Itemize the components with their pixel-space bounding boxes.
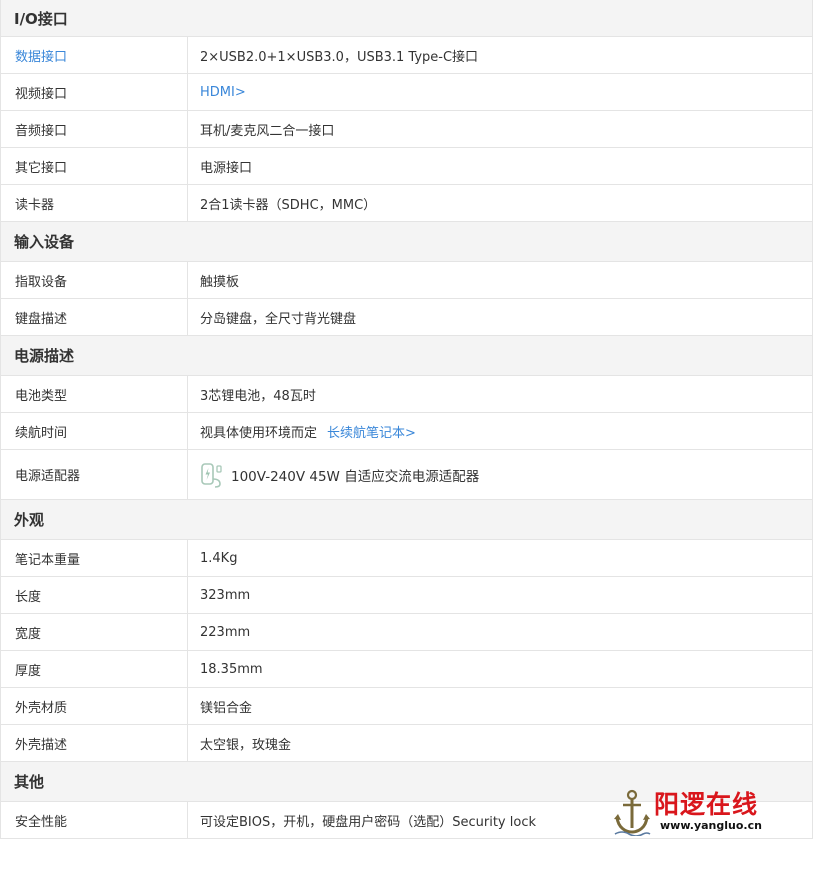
spec-row: 读卡器 2合1读卡器（SDHC，MMC）: [1, 185, 812, 222]
spec-table: I/O接口 数据接口 2×USB2.0+1×USB3.0，USB3.1 Type…: [0, 0, 813, 839]
spec-value: 视具体使用环境而定 长续航笔记本>: [188, 413, 812, 449]
spec-key: 键盘描述: [1, 299, 188, 335]
spec-value: 分岛键盘，全尺寸背光键盘: [200, 311, 357, 327]
section-header-power: 电源描述: [1, 336, 812, 376]
spec-value: 触摸板: [200, 274, 240, 290]
long-battery-laptops-link[interactable]: 长续航笔记本>: [327, 422, 416, 441]
spec-row: 其它接口 电源接口: [1, 148, 812, 185]
spec-row: 指取设备 触摸板: [1, 262, 812, 299]
spec-row: 外壳材质 镁铝合金: [1, 688, 812, 725]
spec-key: 笔记本重量: [1, 540, 188, 576]
spec-key: 其它接口: [1, 148, 188, 184]
charger-icon: [200, 462, 224, 488]
spec-key: 外壳描述: [1, 725, 188, 761]
spec-value: 100V-240V 45W 自适应交流电源适配器: [188, 450, 812, 499]
spec-value: 镁铝合金: [200, 700, 253, 716]
spec-key-link[interactable]: 数据接口: [1, 37, 188, 73]
spec-key: 宽度: [1, 614, 188, 650]
spec-row: 长度 323mm: [1, 577, 812, 614]
spec-key: 视频接口: [1, 74, 188, 110]
watermark-name: 阳逻在线: [654, 790, 759, 819]
spec-row: 数据接口 2×USB2.0+1×USB3.0，USB3.1 Type-C接口: [1, 37, 812, 74]
spec-key: 厚度: [1, 651, 188, 687]
watermark-url: www.yangluo.cn: [660, 819, 762, 832]
spec-key: 安全性能: [1, 802, 188, 838]
section-header-input: 输入设备: [1, 222, 812, 262]
spec-row: 键盘描述 分岛键盘，全尺寸背光键盘: [1, 299, 812, 336]
spec-value: 18.35mm: [200, 661, 263, 677]
spec-value: HDMI>: [188, 74, 812, 110]
section-header-appearance: 外观: [1, 500, 812, 540]
section-header-io: I/O接口: [1, 0, 812, 37]
spec-row: 厚度 18.35mm: [1, 651, 812, 688]
spec-key: 指取设备: [1, 262, 188, 298]
spec-key: 读卡器: [1, 185, 188, 221]
spec-value: 耳机/麦克风二合一接口: [200, 123, 335, 139]
spec-value: 2合1读卡器（SDHC，MMC）: [200, 197, 377, 213]
spec-row: 笔记本重量 1.4Kg: [1, 540, 812, 577]
spec-value: 323mm: [200, 587, 251, 603]
spec-row: 视频接口 HDMI>: [1, 74, 812, 111]
spec-key: 续航时间: [1, 413, 188, 449]
spec-value: 223mm: [200, 624, 251, 640]
spec-value: 太空银，玫瑰金: [200, 737, 292, 753]
spec-row: 电池类型 3芯锂电池，48瓦时: [1, 376, 812, 413]
spec-value: 电源接口: [200, 160, 253, 176]
battery-life-text: 视具体使用环境而定: [200, 425, 318, 441]
spec-row: 外壳描述 太空银，玫瑰金: [1, 725, 812, 762]
spec-value: 3芯锂电池，48瓦时: [200, 388, 316, 404]
spec-row: 音频接口 耳机/麦克风二合一接口: [1, 111, 812, 148]
spec-value: 1.4Kg: [200, 550, 238, 566]
spec-key: 外壳材质: [1, 688, 188, 724]
spec-value: 2×USB2.0+1×USB3.0，USB3.1 Type-C接口: [200, 49, 479, 65]
spec-key: 电池类型: [1, 376, 188, 412]
spec-row: 宽度 223mm: [1, 614, 812, 651]
adapter-text: 100V-240V 45W 自适应交流电源适配器: [231, 468, 480, 485]
spec-key: 电源适配器: [1, 450, 188, 499]
spec-row: 续航时间 视具体使用环境而定 长续航笔记本>: [1, 413, 812, 450]
anchor-icon: [612, 788, 652, 837]
spec-key: 音频接口: [1, 111, 188, 147]
spec-key: 长度: [1, 577, 188, 613]
spec-row: 电源适配器 100V-240V 45W 自适应交流电源适配器: [1, 450, 812, 500]
watermark-logo: 阳逻在线 www.yangluo.cn: [612, 786, 772, 838]
hdmi-link[interactable]: HDMI>: [200, 85, 246, 100]
